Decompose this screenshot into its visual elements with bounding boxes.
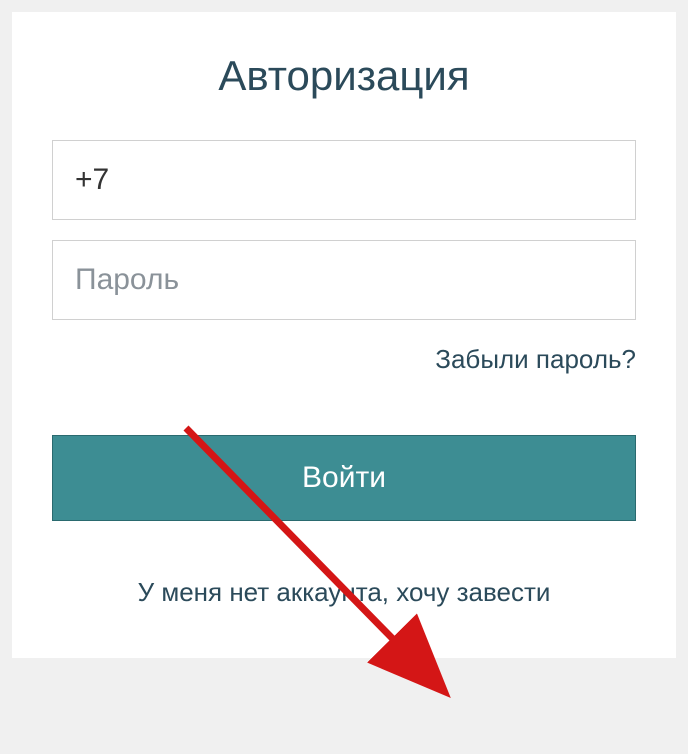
form-title: Авторизация (52, 52, 636, 100)
register-row: У меня нет аккаунта, хочу завести (52, 577, 636, 608)
register-link[interactable]: У меня нет аккаунта, хочу завести (138, 577, 551, 607)
forgot-row: Забыли пароль? (52, 344, 636, 375)
login-card: Авторизация Забыли пароль? Войти У меня … (12, 12, 676, 658)
forgot-password-link[interactable]: Забыли пароль? (435, 344, 636, 374)
password-input[interactable] (52, 240, 636, 320)
phone-input[interactable] (52, 140, 636, 220)
login-button[interactable]: Войти (52, 435, 636, 521)
